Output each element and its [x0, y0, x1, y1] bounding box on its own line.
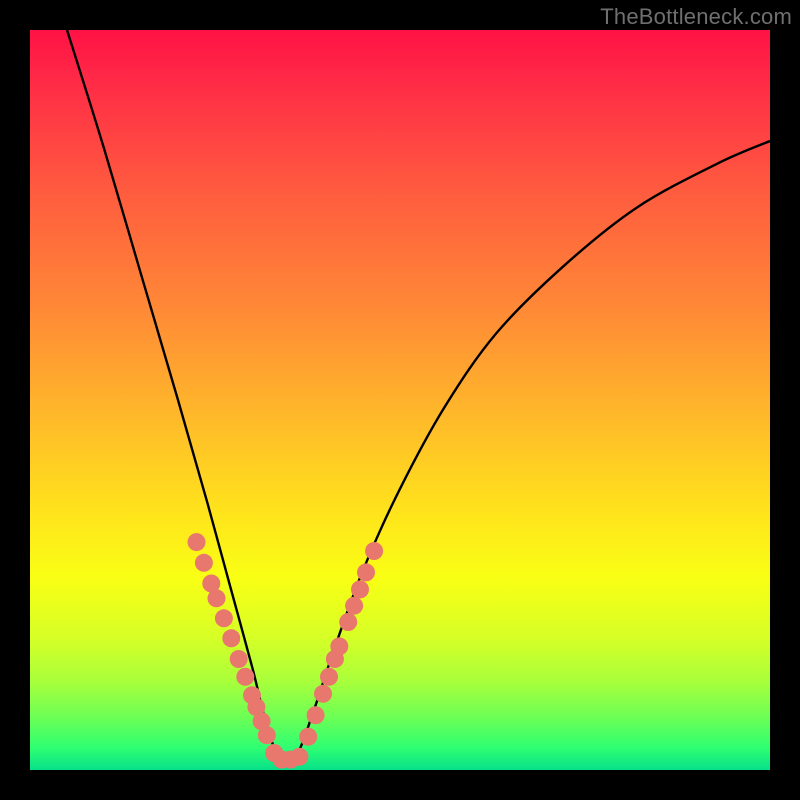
highlight-dot — [339, 613, 357, 631]
watermark-text: TheBottleneck.com — [600, 4, 792, 30]
highlight-dot — [307, 706, 325, 724]
highlight-dot — [345, 597, 363, 615]
highlighted-points-group — [188, 533, 384, 769]
highlight-dot — [357, 563, 375, 581]
highlight-dot — [299, 728, 317, 746]
highlight-dot — [365, 542, 383, 560]
highlight-dot — [320, 668, 338, 686]
plot-area — [30, 30, 770, 770]
highlight-dot — [258, 726, 276, 744]
highlight-dot — [215, 609, 233, 627]
highlight-dot — [222, 629, 240, 647]
highlight-dot — [351, 580, 369, 598]
highlight-dot — [208, 589, 226, 607]
curve-svg — [30, 30, 770, 770]
highlight-dot — [236, 668, 254, 686]
highlight-dot — [188, 533, 206, 551]
bottleneck-curve — [67, 30, 770, 765]
highlight-dot — [230, 650, 248, 668]
highlight-dot — [314, 685, 332, 703]
chart-frame: TheBottleneck.com — [0, 0, 800, 800]
highlight-dot — [195, 554, 213, 572]
highlight-dot — [290, 748, 308, 766]
highlight-dot — [330, 637, 348, 655]
